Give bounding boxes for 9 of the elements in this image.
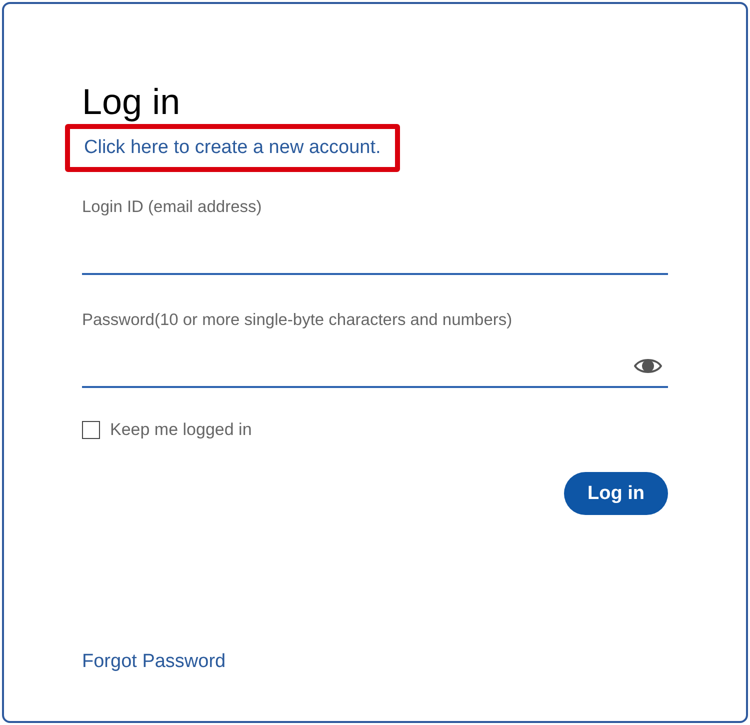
- login-button[interactable]: Log in: [564, 472, 668, 515]
- create-account-link[interactable]: Click here to create a new account.: [84, 137, 381, 159]
- field-label: Login ID (email address): [82, 198, 262, 217]
- checkbox-label: Keep me logged in: [110, 420, 252, 440]
- checkbox[interactable]: [82, 421, 100, 439]
- forgot-password-link[interactable]: Forgot Password: [82, 651, 226, 673]
- page-title: Log in: [82, 82, 182, 122]
- eye-icon[interactable]: [634, 357, 662, 375]
- field-label: Password(10 or more single-byte characters and numbers): [82, 311, 512, 330]
